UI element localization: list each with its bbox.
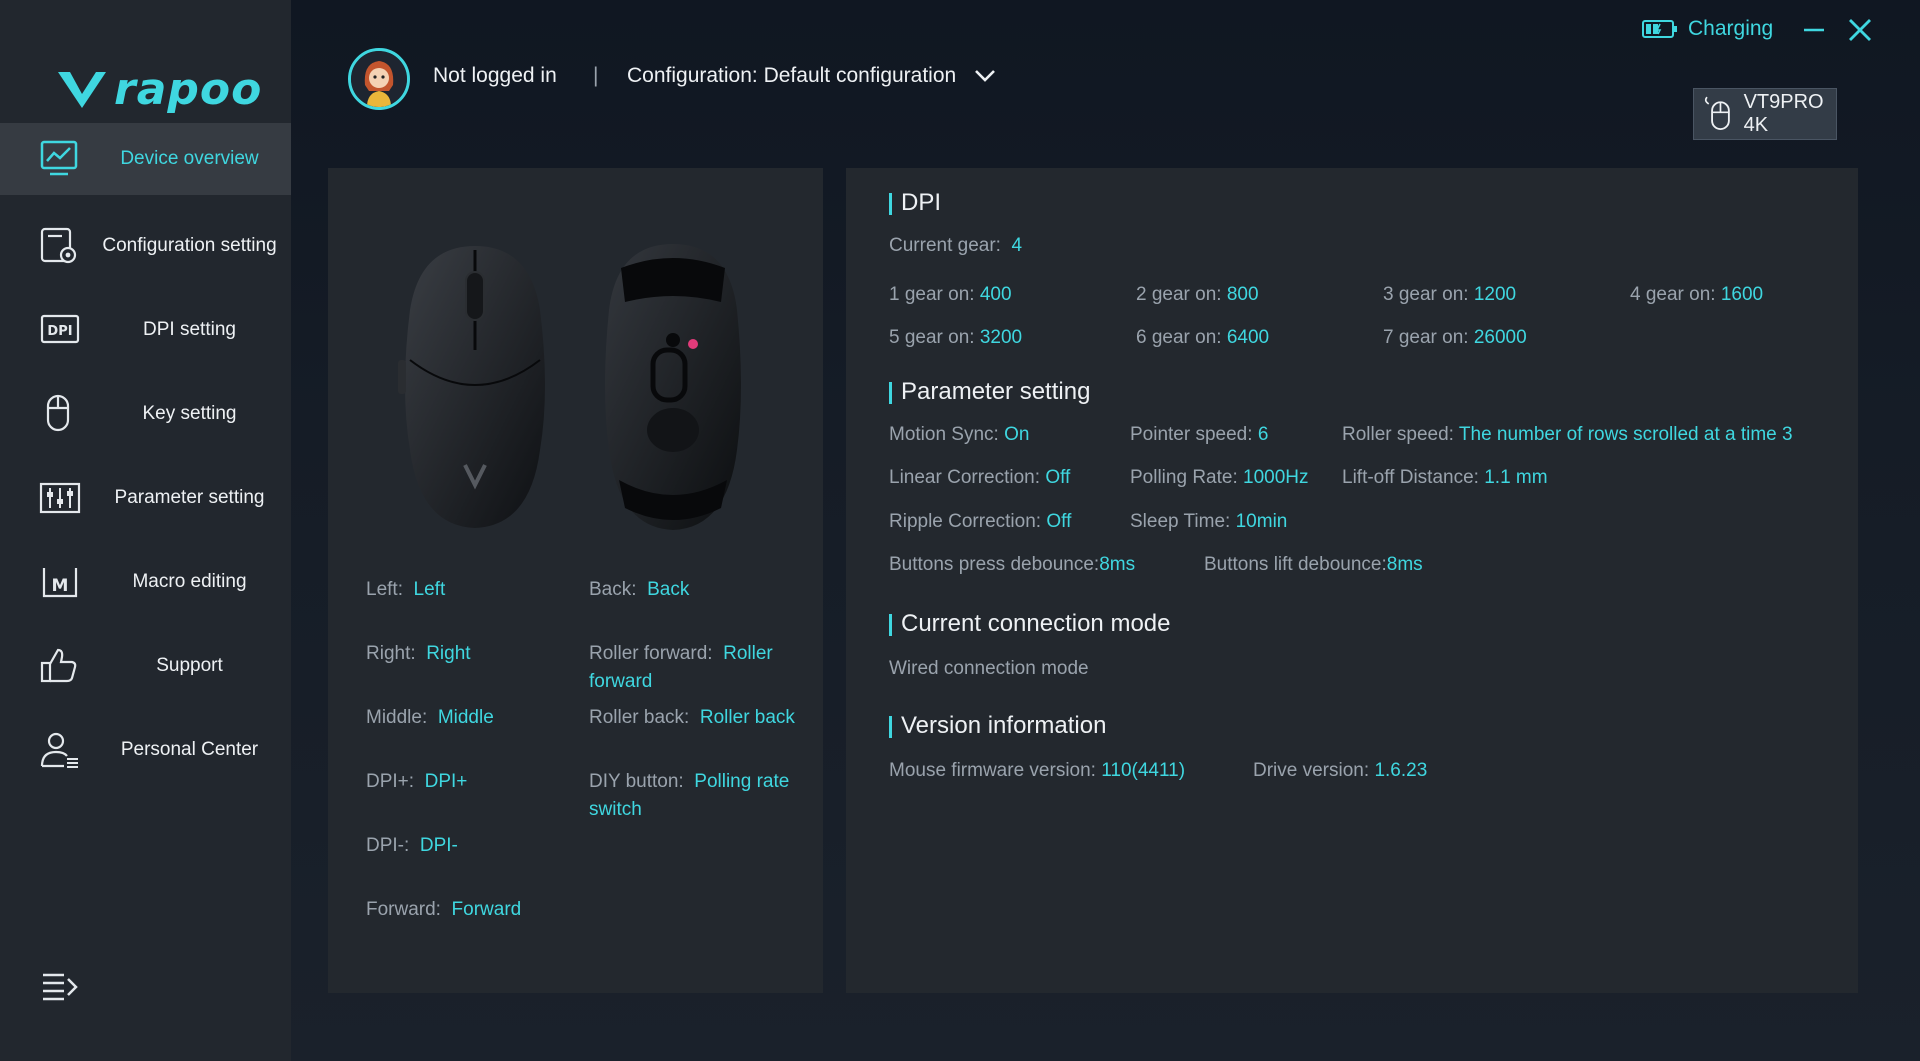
dpi-gear-6: 6 gear on: 6400 [1136, 327, 1270, 348]
dpi-current-gear: Current gear: 4 [889, 235, 1023, 256]
key-roller-back: Roller back: Roller back [589, 707, 795, 728]
key-middle: Middle: Middle [366, 707, 494, 728]
mouse-top-image [398, 246, 545, 528]
key-forward: Forward: Forward [366, 899, 522, 920]
mouse-icon [46, 394, 70, 432]
key-dpi-minus: DPI-: DPI- [366, 835, 458, 856]
sidebar-item-support[interactable]: Support [0, 630, 291, 702]
sidebar-item-label: DPI setting [143, 319, 236, 340]
firmware-version: Mouse firmware version: 110(4411) [889, 760, 1186, 781]
user-avatar-icon [351, 51, 407, 107]
sidebar: rapoo Device overview Configuration sett… [0, 0, 291, 1061]
drive-version: Drive version: 1.6.23 [1253, 760, 1428, 781]
param-press-debounce: Buttons press debounce:8ms [889, 554, 1136, 575]
device-selector-button[interactable]: VT9PRO 4K [1693, 88, 1837, 140]
header-separator: | [593, 64, 599, 87]
sidebar-item-personal-center[interactable]: Personal Center [0, 714, 291, 786]
dpi-gear-4: 4 gear on: 1600 [1630, 284, 1764, 305]
dpi-gear-2: 2 gear on: 800 [1136, 284, 1259, 305]
key-dpi-plus: DPI+: DPI+ [366, 771, 468, 792]
dpi-gear-3: 3 gear on: 1200 [1383, 284, 1517, 305]
v-logo-icon [58, 71, 106, 108]
person-icon [40, 732, 78, 768]
configuration-label: Configuration: Default configuration [627, 64, 957, 87]
param-pointer-speed: Pointer speed: 6 [1130, 424, 1269, 445]
param-polling-rate: Polling Rate: 1000Hz [1130, 467, 1309, 488]
sidebar-item-label: Device overview [120, 148, 259, 169]
key-back: Back: Back [589, 579, 690, 600]
sidebar-item-parameter-setting[interactable]: Parameter setting [0, 462, 291, 534]
version-section-title: Version information [889, 714, 1106, 738]
param-lift-debounce: Buttons lift debounce:8ms [1204, 554, 1423, 575]
dpi-gear-1: 1 gear on: 400 [889, 284, 1012, 305]
sidebar-item-label: Support [156, 655, 223, 676]
logo-text: rapoo [114, 64, 263, 115]
param-motion-sync: Motion Sync: On [889, 424, 1030, 445]
sidebar-item-label: Configuration setting [102, 235, 277, 256]
dpi-section-title: DPI [889, 191, 941, 215]
key-diy-button: DIY button: Polling rate switch [589, 771, 790, 820]
mouse-device-icon [1704, 96, 1730, 131]
param-ripple-correction: Ripple Correction: Off [889, 511, 1072, 532]
charging-label: Charging [1688, 17, 1774, 40]
connection-mode: Wired connection mode [889, 658, 1089, 679]
chevron-down-icon [975, 70, 996, 82]
login-status[interactable]: Not logged in [433, 64, 557, 88]
dpi-gear-7: 7 gear on: 26000 [1383, 327, 1527, 348]
minimize-icon[interactable] [1802, 18, 1826, 42]
sidebar-item-macro-editing[interactable]: M Macro editing [0, 546, 291, 618]
sidebar-item-device-overview[interactable]: Device overview [0, 123, 291, 195]
key-right: Right: Right [366, 643, 471, 664]
avatar[interactable] [348, 48, 410, 110]
thumbs-up-icon [40, 648, 77, 683]
configuration-dropdown[interactable]: Configuration: Default configuration [627, 64, 996, 88]
connection-section-title: Current connection mode [889, 612, 1170, 636]
key-left: Left: Left [366, 579, 446, 600]
sidebar-item-key-setting[interactable]: Key setting [0, 378, 291, 450]
param-linear-correction: Linear Correction: Off [889, 467, 1071, 488]
param-liftoff-distance: Lift-off Distance: 1.1 mm [1342, 467, 1548, 488]
macro-icon: M [42, 568, 78, 598]
rapoo-logo: rapoo [56, 64, 262, 115]
menu-icon[interactable] [40, 970, 80, 1004]
svg-text:DPI: DPI [47, 324, 72, 339]
sidebar-item-label: Key setting [142, 403, 237, 424]
parameter-section-title: Parameter setting [889, 380, 1090, 404]
sidebar-item-dpi-setting[interactable]: DPI DPI setting [0, 294, 291, 366]
param-sleep-time: Sleep Time: 10min [1130, 511, 1288, 532]
chart-monitor-icon [40, 140, 78, 176]
device-name: VT9PRO 4K [1743, 91, 1824, 136]
config-gear-icon [40, 227, 77, 264]
sidebar-item-label: Parameter setting [114, 487, 265, 508]
sidebar-item-configuration-setting[interactable]: Configuration setting [0, 210, 291, 282]
charging-status: Charging [1642, 17, 1773, 41]
close-icon[interactable] [1846, 16, 1874, 44]
mouse-bottom-image [605, 244, 741, 530]
dpi-icon: DPI [40, 314, 80, 344]
svg-text:M: M [52, 576, 69, 596]
param-roller-speed: Roller speed: The number of rows scrolle… [1342, 424, 1793, 445]
dpi-gear-5: 5 gear on: 3200 [889, 327, 1023, 348]
key-roller-forward: Roller forward: Roller forward [589, 643, 773, 692]
sidebar-item-label: Macro editing [132, 571, 247, 592]
sliders-icon [39, 482, 81, 514]
sidebar-item-label: Personal Center [120, 739, 259, 760]
battery-charging-icon [1642, 20, 1677, 38]
